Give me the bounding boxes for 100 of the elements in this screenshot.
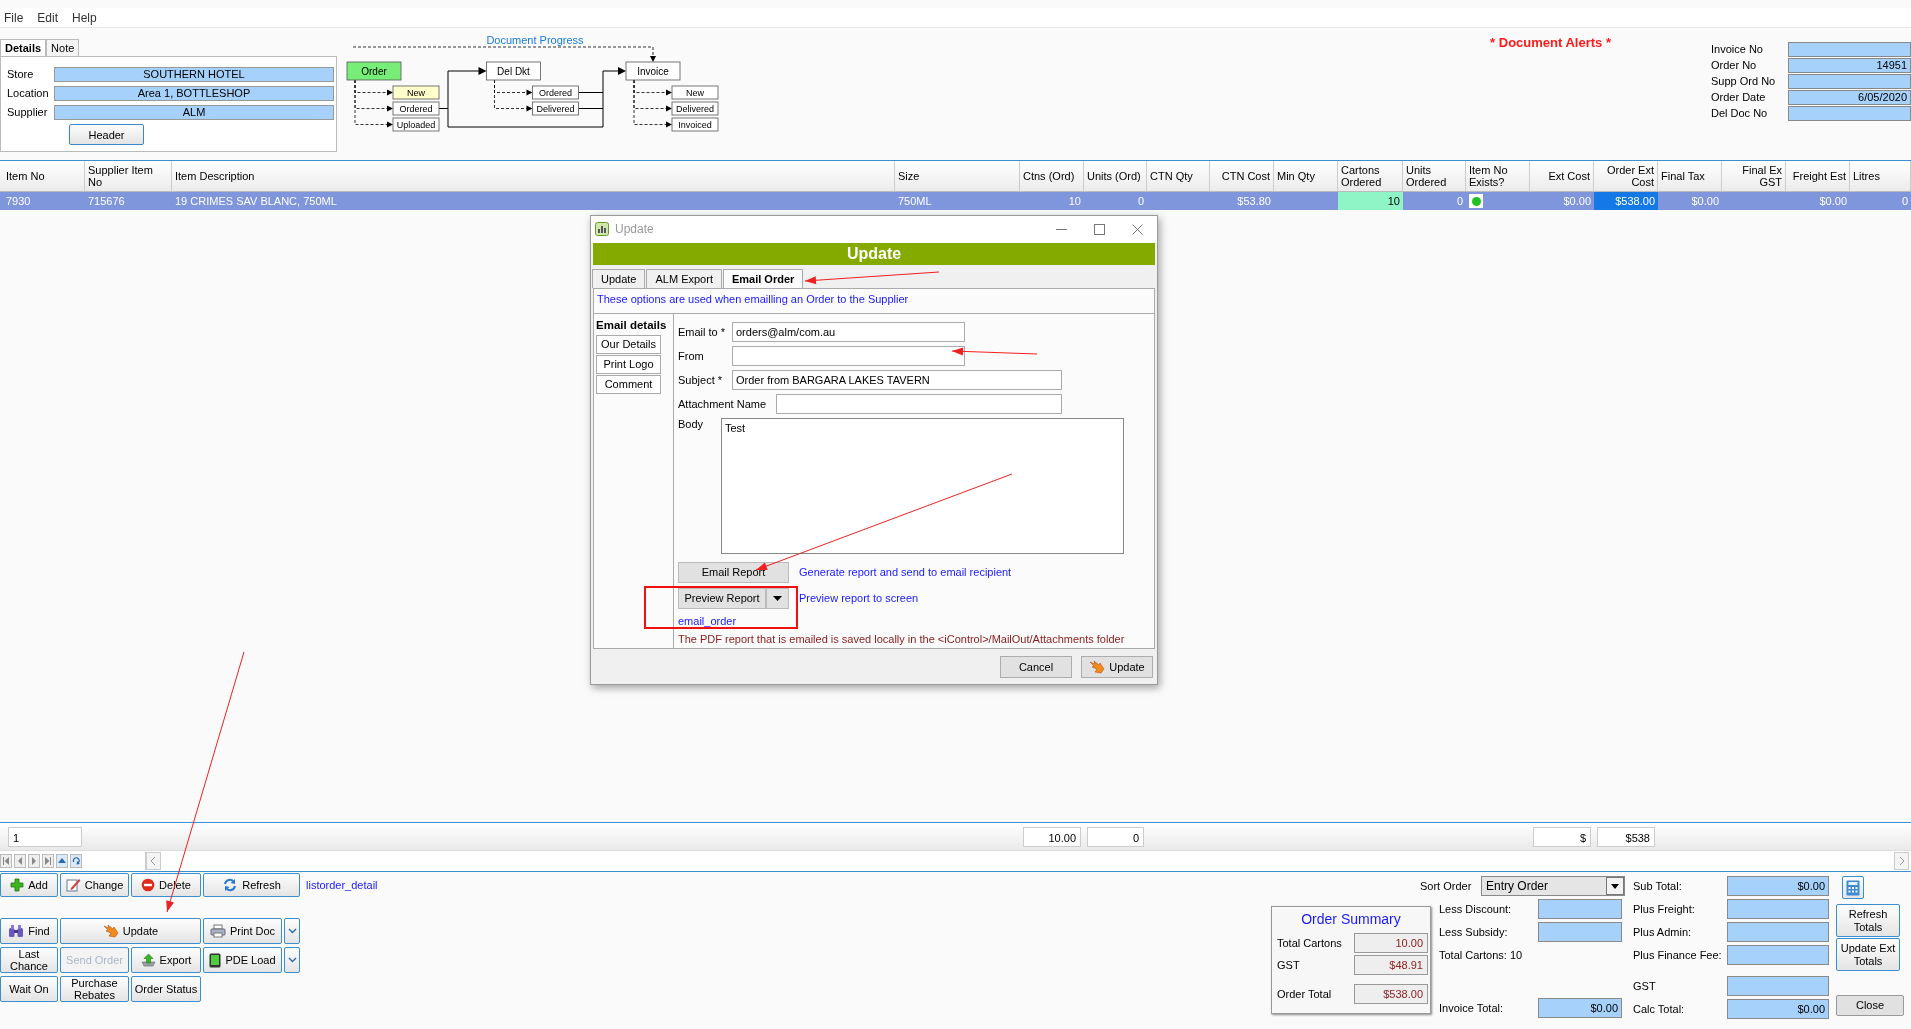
- action-button[interactable]: Purchase Rebates: [60, 976, 129, 1003]
- total-field: $: [1533, 826, 1591, 847]
- menu-item[interactable]: Help: [72, 10, 97, 25]
- previous-page-icon[interactable]: [14, 854, 26, 868]
- amount-field[interactable]: [1538, 899, 1622, 919]
- tablet-icon: [209, 952, 222, 968]
- document-field[interactable]: 14951: [1788, 57, 1911, 73]
- header-button[interactable]: Header: [69, 124, 144, 145]
- text-field[interactable]: Order from BARGARA LAKES TAVERN: [732, 370, 1062, 391]
- column-header[interactable]: Final Tax: [1658, 161, 1722, 191]
- action-button[interactable]: Update: [60, 918, 201, 944]
- refresh-icon[interactable]: [70, 854, 82, 868]
- scroll-right-icon[interactable]: [1894, 852, 1909, 870]
- column-header[interactable]: Litres: [1850, 161, 1911, 191]
- report-link[interactable]: listorder_detail: [306, 879, 378, 891]
- action-button[interactable]: Export: [131, 947, 201, 974]
- document-field[interactable]: [1788, 41, 1911, 57]
- column-header[interactable]: Units Ordered: [1403, 161, 1466, 191]
- column-header[interactable]: CTN Qty: [1147, 161, 1210, 191]
- column-header[interactable]: Final Ex GST: [1722, 161, 1786, 191]
- column-header[interactable]: CTN Cost: [1210, 161, 1274, 191]
- action-button[interactable]: Order Status: [131, 976, 201, 1003]
- dialog-tab[interactable]: Update: [592, 268, 646, 288]
- field-label: Order Date: [1711, 91, 1767, 103]
- column-header[interactable]: Item Description: [172, 161, 895, 191]
- table-cell-text: 7930: [5, 194, 32, 209]
- stage-label: Invoice: [637, 65, 669, 77]
- totals-button[interactable]: Refresh Totals: [1836, 904, 1900, 937]
- column-header[interactable]: Ctns (Ord): [1020, 161, 1084, 191]
- calculator-button[interactable]: [1842, 876, 1864, 899]
- section-tab[interactable]: Email details: [596, 316, 671, 334]
- body-text-area[interactable]: Test: [721, 417, 1124, 554]
- amount-field: $0.00: [1727, 876, 1829, 896]
- dialog-tab[interactable]: Email Order: [722, 268, 804, 288]
- column-header[interactable]: Order Ext Cost: [1594, 161, 1658, 191]
- amount-field: $0.00: [1727, 999, 1829, 1019]
- section-tab[interactable]: Print Logo: [596, 354, 661, 374]
- field-label: Plus Freight:: [1633, 903, 1696, 915]
- first-page-icon[interactable]: [0, 854, 12, 868]
- totals-button[interactable]: Close: [1836, 995, 1904, 1016]
- text-field[interactable]: [776, 394, 1062, 415]
- action-button[interactable]: Find: [0, 918, 58, 944]
- read-only-field: SOUTHERN HOTEL: [54, 66, 334, 82]
- text-field[interactable]: orders@alm/com.au: [732, 322, 965, 343]
- section-tab[interactable]: Our Details: [596, 334, 661, 354]
- step-label: Ordered: [399, 104, 433, 114]
- field-label: Less Discount:: [1439, 903, 1513, 915]
- text-field[interactable]: [732, 346, 965, 367]
- action-description: Generate report and send to email recipient: [799, 566, 1012, 579]
- field-label: Email to *: [678, 326, 727, 339]
- column-header[interactable]: Ext Cost: [1530, 161, 1594, 191]
- action-button[interactable]: Add: [0, 873, 58, 897]
- maximize-icon[interactable]: [1094, 223, 1105, 235]
- action-button[interactable]: Wait On: [0, 976, 58, 1003]
- last-page-icon[interactable]: [42, 854, 54, 868]
- dialog-button[interactable]: Cancel: [1000, 655, 1072, 678]
- close-icon[interactable]: [1132, 223, 1143, 235]
- document-field[interactable]: [1788, 73, 1911, 89]
- no-entry-icon: [141, 878, 156, 892]
- arrow-tray-icon: [140, 953, 156, 968]
- totals-button[interactable]: Update Ext Totals: [1836, 938, 1900, 971]
- document-field[interactable]: 6/05/2020: [1788, 89, 1911, 105]
- scroll-left-icon[interactable]: [146, 852, 161, 870]
- column-header[interactable]: Units (Ord): [1084, 161, 1147, 191]
- action-button[interactable]: Last Chance: [0, 947, 58, 974]
- column-header[interactable]: Item No: [3, 161, 85, 191]
- action-button[interactable]: Change: [60, 873, 129, 897]
- table-row[interactable]: 7930 715676 19 CRIMES SAV BLANC, 750ML 750ML 10 0 $53.80 10 0 $0.00 $538.00 $0.00 $0.00 0: [0, 192, 1911, 210]
- section-tab[interactable]: Comment: [596, 374, 661, 394]
- menu-item[interactable]: Edit: [37, 10, 59, 25]
- dialog-tab[interactable]: ALM Export: [646, 268, 722, 288]
- field-label: Less Subsidy:: [1439, 926, 1509, 938]
- column-header[interactable]: Min Qty: [1274, 161, 1338, 191]
- report-link[interactable]: email_order: [678, 614, 737, 627]
- action-button[interactable]: PDE Load: [203, 947, 282, 974]
- menu-item[interactable]: File: [4, 10, 24, 25]
- dropdown-button[interactable]: [766, 587, 789, 609]
- report-button[interactable]: Email Report: [678, 561, 789, 583]
- column-header[interactable]: Supplier Item No: [85, 161, 172, 191]
- field-label: From: [678, 350, 705, 363]
- amount-field[interactable]: [1538, 922, 1622, 942]
- next-page-icon[interactable]: [28, 854, 40, 868]
- column-header[interactable]: Size: [895, 161, 1020, 191]
- panel-tab[interactable]: Details: [0, 39, 47, 56]
- field-label: Sub Total:: [1633, 880, 1683, 892]
- dialog-button[interactable]: Update: [1081, 655, 1153, 678]
- column-header[interactable]: Freight Est: [1786, 161, 1850, 191]
- action-button[interactable]: Print Doc: [203, 918, 282, 944]
- action-button[interactable]: Refresh: [203, 873, 300, 897]
- column-header[interactable]: Cartons Ordered: [1338, 161, 1403, 191]
- flame-icon: [102, 924, 119, 938]
- panel-tab[interactable]: Note: [46, 39, 80, 56]
- column-header[interactable]: Item No Exists?: [1466, 161, 1530, 191]
- summary-value: $48.91: [1354, 955, 1428, 975]
- sort-order-dropdown[interactable]: Entry Order: [1481, 876, 1625, 896]
- stage-label: Del Dkt: [497, 65, 530, 77]
- diagram-title: Document Progress: [486, 34, 584, 46]
- field-label: Supp Ord No: [1711, 75, 1777, 87]
- document-field[interactable]: [1788, 105, 1911, 121]
- report-button[interactable]: Preview Report: [678, 587, 766, 609]
